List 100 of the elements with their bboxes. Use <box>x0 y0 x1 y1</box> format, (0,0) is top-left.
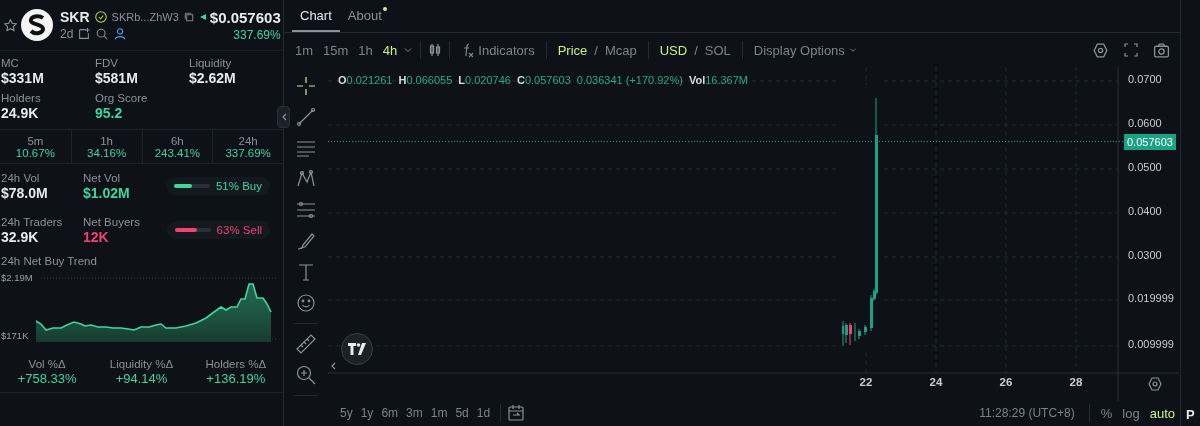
metric-value: 12K <box>83 228 110 245</box>
metric-value: 32.9K <box>1 228 40 245</box>
collapse-handle[interactable] <box>277 106 290 128</box>
crosshair-icon[interactable] <box>295 75 317 97</box>
range-button[interactable]: 5d <box>451 406 473 420</box>
price-axis-label: 0.0500 <box>1128 161 1162 173</box>
person-icon[interactable] <box>113 27 128 41</box>
legend-change: 0.036341 (+170.92%) <box>576 74 683 86</box>
delta-value: +136.19% <box>206 371 266 386</box>
period-change: 337.69% <box>225 147 271 159</box>
token-logo-icon <box>21 9 53 41</box>
price-axis-label: 0.0700 <box>1128 73 1162 85</box>
interval-button[interactable]: 1m <box>290 39 319 61</box>
delta-label: Liquidity %Δ <box>109 358 174 370</box>
delta-value: +758.33% <box>17 371 77 386</box>
stat-value: $331M <box>1 70 45 86</box>
currency-toggle[interactable]: USD <box>654 39 693 61</box>
axis-settings-icon[interactable] <box>1147 376 1163 392</box>
star-icon[interactable] <box>3 17 18 33</box>
stat-label: MC <box>1 57 20 69</box>
zoom-in-icon[interactable] <box>295 364 317 386</box>
legend-value: 16.367M <box>705 74 748 86</box>
range-button[interactable]: 6m <box>377 406 403 420</box>
stat-label: Holders <box>1 92 42 104</box>
stat-label: Liquidity <box>189 57 233 69</box>
scale-option[interactable]: % <box>1095 405 1118 421</box>
legend-key: H <box>398 74 407 86</box>
scale-option[interactable]: log <box>1117 405 1145 421</box>
time-axis-label: 24 <box>929 376 943 388</box>
side-panel-label: P <box>1185 407 1196 424</box>
stat-value: $581M <box>95 70 139 86</box>
function-icon <box>461 42 476 58</box>
chevron-left-icon[interactable] <box>329 361 337 371</box>
range-button[interactable]: 1d <box>472 406 495 420</box>
smiley-icon[interactable] <box>295 292 317 314</box>
trend-high-label: $2.19M <box>1 272 33 283</box>
pressure-text: 51% Buy <box>215 180 262 192</box>
token-price: $0.057603 <box>209 8 281 26</box>
metric-value: $1.02M <box>83 184 131 201</box>
tab[interactable]: Chart <box>292 0 340 32</box>
price-axis-label: 0.0300 <box>1128 249 1162 261</box>
display-options-button[interactable]: Display Options <box>748 39 863 61</box>
chart-logo-icon <box>341 333 373 365</box>
camera-icon[interactable] <box>1153 41 1170 59</box>
legend-value: 0.020746 <box>465 74 511 86</box>
metric-label: 24h Traders <box>1 215 64 228</box>
note-icon[interactable] <box>77 27 92 41</box>
ruler-icon[interactable] <box>295 333 317 355</box>
indicators-button[interactable]: Indicators <box>456 39 540 61</box>
stat-label: Org Score <box>95 92 149 104</box>
time-axis-label: 26 <box>999 376 1013 388</box>
price-axis-label: 0.019999 <box>1128 292 1174 304</box>
interval-button[interactable]: 4h <box>377 39 403 61</box>
stat-value: 95.2 <box>95 105 124 121</box>
trend-line-icon[interactable] <box>295 106 317 128</box>
time-axis-label: 28 <box>1069 376 1083 388</box>
mcap-toggle[interactable]: Mcap <box>599 39 642 61</box>
metric-label: Net Buyers <box>83 215 141 228</box>
delta-value: +94.14% <box>115 371 168 386</box>
scale-option[interactable]: auto <box>1144 405 1180 421</box>
legend-value: 0.057603 <box>524 74 571 86</box>
legend-key: L <box>458 74 466 86</box>
range-button[interactable]: 3m <box>402 406 427 420</box>
calendar-range-icon[interactable] <box>507 404 526 422</box>
trend-title: 24h Net Buy Trend <box>1 255 97 267</box>
price-axis-label: 0.009999 <box>1128 338 1174 350</box>
price-axis-label: 0.0400 <box>1128 205 1162 217</box>
period-label: 5m <box>27 135 44 147</box>
interval-button[interactable]: 1h <box>353 39 378 61</box>
range-button[interactable]: 5y <box>336 406 357 420</box>
search-icon[interactable] <box>95 27 110 41</box>
price-axis-label: 0.0600 <box>1128 117 1162 129</box>
tab[interactable]: About <box>339 0 390 32</box>
legend-value: 0.066055 <box>406 74 453 86</box>
token-symbol: SKR <box>60 9 90 25</box>
period-change: 243.41% <box>154 147 201 159</box>
legend-value: 0.021261 <box>346 74 393 86</box>
stat-value: 24.9K <box>1 105 40 121</box>
settings-icon[interactable] <box>1092 41 1109 59</box>
pressure-text: 63% Sell <box>216 224 262 236</box>
trend-low-label: $171K <box>1 330 29 341</box>
period-change: 10.67% <box>15 147 55 159</box>
legend-key: Vol <box>688 74 706 86</box>
period-label: 1h <box>100 135 113 147</box>
interval-button[interactable]: 15m <box>318 39 354 61</box>
token-address: SKRb...ZhW3 <box>111 11 179 23</box>
range-button[interactable]: 1y <box>356 406 378 420</box>
copy-icon[interactable] <box>182 11 195 23</box>
currency-toggle[interactable]: SOL <box>699 39 736 61</box>
toggle-separator: / <box>593 42 599 58</box>
period-label: 24h <box>238 135 258 147</box>
metric-value: $78.0M <box>1 184 49 201</box>
fullscreen-icon[interactable] <box>1123 41 1139 58</box>
metric-label: 24h Vol <box>1 171 41 184</box>
period-change: 34.16% <box>87 147 127 159</box>
stat-value: $2.62M <box>189 70 237 86</box>
last-price-badge: 0.057603 <box>1124 134 1176 150</box>
price-toggle[interactable]: Price <box>552 39 593 61</box>
fib-levels-icon[interactable] <box>295 199 317 221</box>
range-button[interactable]: 1m <box>426 406 452 420</box>
